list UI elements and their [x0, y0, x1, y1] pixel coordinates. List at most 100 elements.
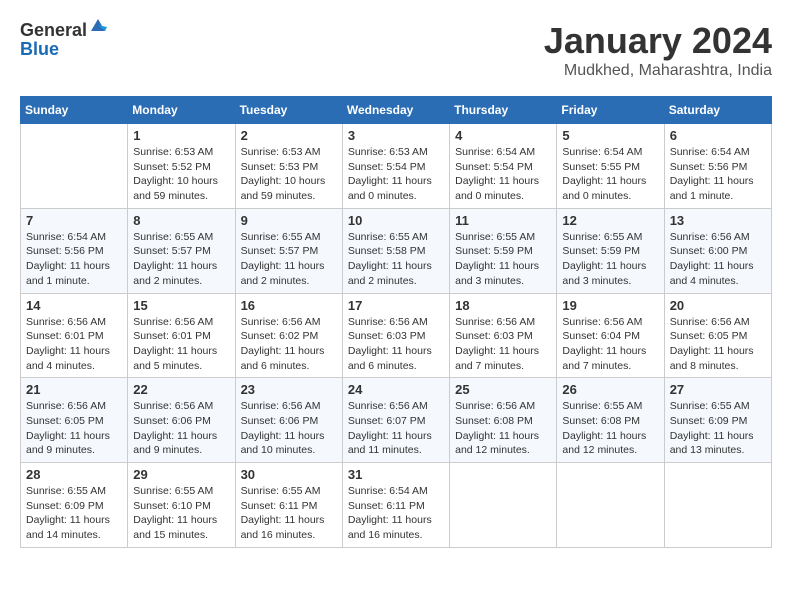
- day-info: Sunrise: 6:56 AM Sunset: 6:01 PM Dayligh…: [26, 315, 122, 374]
- table-row: 9 Sunrise: 6:55 AM Sunset: 5:57 PM Daylig…: [235, 208, 342, 293]
- day-info: Sunrise: 6:54 AM Sunset: 5:56 PM Dayligh…: [670, 145, 766, 204]
- location-subtitle: Mudkhed, Maharashtra, India: [544, 62, 772, 80]
- day-info: Sunrise: 6:55 AM Sunset: 6:08 PM Dayligh…: [562, 399, 658, 458]
- day-number: 1: [133, 128, 229, 143]
- table-row: 4 Sunrise: 6:54 AM Sunset: 5:54 PM Daylig…: [450, 124, 557, 209]
- table-row: 24Sunrise: 6:56 AM Sunset: 6:07 PM Dayli…: [342, 378, 449, 463]
- day-number: 25: [455, 382, 551, 397]
- day-info: Sunrise: 6:55 AM Sunset: 5:58 PM Dayligh…: [348, 230, 444, 289]
- day-info: Sunrise: 6:55 AM Sunset: 6:09 PM Dayligh…: [670, 399, 766, 458]
- day-info: Sunrise: 6:56 AM Sunset: 6:06 PM Dayligh…: [241, 399, 337, 458]
- month-year-title: January 2024: [544, 20, 772, 62]
- day-number: 4: [455, 128, 551, 143]
- day-number: 20: [670, 298, 766, 313]
- table-row: [450, 463, 557, 548]
- day-info: Sunrise: 6:55 AM Sunset: 5:59 PM Dayligh…: [455, 230, 551, 289]
- table-row: 21Sunrise: 6:56 AM Sunset: 6:05 PM Dayli…: [21, 378, 128, 463]
- header-friday: Friday: [557, 97, 664, 124]
- table-row: 10Sunrise: 6:55 AM Sunset: 5:58 PM Dayli…: [342, 208, 449, 293]
- day-info: Sunrise: 6:53 AM Sunset: 5:52 PM Dayligh…: [133, 145, 229, 204]
- day-info: Sunrise: 6:56 AM Sunset: 6:02 PM Dayligh…: [241, 315, 337, 374]
- table-row: 29Sunrise: 6:55 AM Sunset: 6:10 PM Dayli…: [128, 463, 235, 548]
- table-row: 12Sunrise: 6:55 AM Sunset: 5:59 PM Dayli…: [557, 208, 664, 293]
- table-row: 18 Sunrise: 6:56 AM Sunset: 6:03 PM Dayli…: [450, 293, 557, 378]
- day-number: 24: [348, 382, 444, 397]
- day-number: 28: [26, 467, 122, 482]
- logo-icon: [89, 17, 107, 35]
- day-number: 30: [241, 467, 337, 482]
- day-info: Sunrise: 6:56 AM Sunset: 6:04 PM Dayligh…: [562, 315, 658, 374]
- day-number: 21: [26, 382, 122, 397]
- day-number: 27: [670, 382, 766, 397]
- calendar-week-row: 28Sunrise: 6:55 AM Sunset: 6:09 PM Dayli…: [21, 463, 772, 548]
- day-number: 2: [241, 128, 337, 143]
- table-row: 31Sunrise: 6:54 AM Sunset: 6:11 PM Dayli…: [342, 463, 449, 548]
- day-number: 16: [241, 298, 337, 313]
- day-number: 7: [26, 213, 122, 228]
- day-info: Sunrise: 6:54 AM Sunset: 5:56 PM Dayligh…: [26, 230, 122, 289]
- calendar-week-row: 1 Sunrise: 6:53 AM Sunset: 5:52 PM Daylig…: [21, 124, 772, 209]
- day-info: Sunrise: 6:56 AM Sunset: 6:03 PM Dayligh…: [455, 315, 551, 374]
- day-info: Sunrise: 6:54 AM Sunset: 5:54 PM Dayligh…: [455, 145, 551, 204]
- header-tuesday: Tuesday: [235, 97, 342, 124]
- header-thursday: Thursday: [450, 97, 557, 124]
- day-info: Sunrise: 6:56 AM Sunset: 6:08 PM Dayligh…: [455, 399, 551, 458]
- calendar-week-row: 21Sunrise: 6:56 AM Sunset: 6:05 PM Dayli…: [21, 378, 772, 463]
- table-row: 3Sunrise: 6:53 AM Sunset: 5:54 PM Daylig…: [342, 124, 449, 209]
- day-info: Sunrise: 6:56 AM Sunset: 6:00 PM Dayligh…: [670, 230, 766, 289]
- day-number: 23: [241, 382, 337, 397]
- table-row: 14 Sunrise: 6:56 AM Sunset: 6:01 PM Dayli…: [21, 293, 128, 378]
- table-row: 5Sunrise: 6:54 AM Sunset: 5:55 PM Daylig…: [557, 124, 664, 209]
- calendar-table: Sunday Monday Tuesday Wednesday Thursday…: [20, 96, 772, 548]
- table-row: 8 Sunrise: 6:55 AM Sunset: 5:57 PM Daylig…: [128, 208, 235, 293]
- header-monday: Monday: [128, 97, 235, 124]
- day-number: 29: [133, 467, 229, 482]
- header-wednesday: Wednesday: [342, 97, 449, 124]
- day-number: 19: [562, 298, 658, 313]
- table-row: 1 Sunrise: 6:53 AM Sunset: 5:52 PM Daylig…: [128, 124, 235, 209]
- day-number: 15: [133, 298, 229, 313]
- logo-blue: Blue: [20, 39, 59, 59]
- table-row: 30 Sunrise: 6:55 AM Sunset: 6:11 PM Dayli…: [235, 463, 342, 548]
- table-row: 17 Sunrise: 6:56 AM Sunset: 6:03 PM Dayli…: [342, 293, 449, 378]
- day-number: 22: [133, 382, 229, 397]
- day-info: Sunrise: 6:53 AM Sunset: 5:53 PM Dayligh…: [241, 145, 337, 204]
- day-info: Sunrise: 6:56 AM Sunset: 6:03 PM Dayligh…: [348, 315, 444, 374]
- table-row: 19 Sunrise: 6:56 AM Sunset: 6:04 PM Dayli…: [557, 293, 664, 378]
- day-info: Sunrise: 6:54 AM Sunset: 6:11 PM Dayligh…: [348, 484, 444, 543]
- calendar-header-row: Sunday Monday Tuesday Wednesday Thursday…: [21, 97, 772, 124]
- table-row: 26Sunrise: 6:55 AM Sunset: 6:08 PM Dayli…: [557, 378, 664, 463]
- table-row: 2 Sunrise: 6:53 AM Sunset: 5:53 PM Daylig…: [235, 124, 342, 209]
- page-header: General Blue January 2024 Mudkhed, Mahar…: [20, 20, 772, 80]
- logo: General Blue: [20, 20, 107, 60]
- day-number: 17: [348, 298, 444, 313]
- day-info: Sunrise: 6:55 AM Sunset: 5:57 PM Dayligh…: [133, 230, 229, 289]
- table-row: 22 Sunrise: 6:56 AM Sunset: 6:06 PM Dayli…: [128, 378, 235, 463]
- table-row: [557, 463, 664, 548]
- table-row: 15 Sunrise: 6:56 AM Sunset: 6:01 PM Dayli…: [128, 293, 235, 378]
- table-row: 28Sunrise: 6:55 AM Sunset: 6:09 PM Dayli…: [21, 463, 128, 548]
- day-info: Sunrise: 6:56 AM Sunset: 6:05 PM Dayligh…: [670, 315, 766, 374]
- table-row: 27 Sunrise: 6:55 AM Sunset: 6:09 PM Dayli…: [664, 378, 771, 463]
- table-row: 23 Sunrise: 6:56 AM Sunset: 6:06 PM Dayli…: [235, 378, 342, 463]
- day-number: 3: [348, 128, 444, 143]
- day-info: Sunrise: 6:56 AM Sunset: 6:06 PM Dayligh…: [133, 399, 229, 458]
- day-number: 11: [455, 213, 551, 228]
- header-sunday: Sunday: [21, 97, 128, 124]
- day-number: 14: [26, 298, 122, 313]
- day-number: 18: [455, 298, 551, 313]
- day-number: 9: [241, 213, 337, 228]
- day-info: Sunrise: 6:55 AM Sunset: 6:11 PM Dayligh…: [241, 484, 337, 543]
- day-info: Sunrise: 6:55 AM Sunset: 5:57 PM Dayligh…: [241, 230, 337, 289]
- table-row: 7 Sunrise: 6:54 AM Sunset: 5:56 PM Daylig…: [21, 208, 128, 293]
- table-row: 6Sunrise: 6:54 AM Sunset: 5:56 PM Daylig…: [664, 124, 771, 209]
- table-row: 25 Sunrise: 6:56 AM Sunset: 6:08 PM Dayli…: [450, 378, 557, 463]
- table-row: [664, 463, 771, 548]
- logo-general: General: [20, 20, 87, 41]
- table-row: [21, 124, 128, 209]
- title-section: January 2024 Mudkhed, Maharashtra, India: [544, 20, 772, 80]
- day-info: Sunrise: 6:56 AM Sunset: 6:01 PM Dayligh…: [133, 315, 229, 374]
- table-row: 20 Sunrise: 6:56 AM Sunset: 6:05 PM Dayli…: [664, 293, 771, 378]
- header-saturday: Saturday: [664, 97, 771, 124]
- day-number: 8: [133, 213, 229, 228]
